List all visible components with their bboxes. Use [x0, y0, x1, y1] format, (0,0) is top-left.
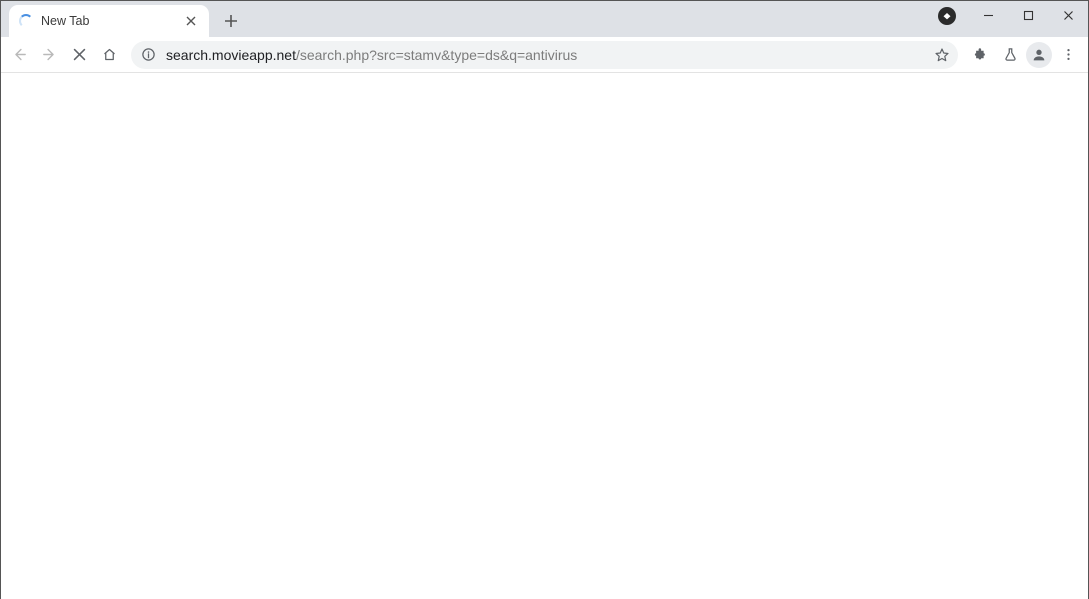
shield-down-icon: [942, 11, 952, 21]
info-icon: [141, 47, 156, 62]
url-path: /search.php?src=stamv&type=ds&q=antiviru…: [296, 47, 577, 63]
menu-button[interactable]: [1054, 41, 1082, 69]
minimize-icon: [983, 10, 994, 21]
close-icon: [71, 46, 88, 63]
page-viewport: [1, 73, 1088, 599]
url-text[interactable]: search.movieapp.net/search.php?src=stamv…: [166, 47, 926, 63]
close-icon: [186, 16, 196, 26]
tab-strip: New Tab: [1, 1, 1088, 37]
extensions-button[interactable]: [966, 41, 994, 69]
flask-icon: [1003, 47, 1018, 62]
forward-button[interactable]: [35, 41, 63, 69]
arrow-left-icon: [11, 46, 28, 63]
window-controls: [968, 1, 1088, 29]
toolbar: search.movieapp.net/search.php?src=stamv…: [1, 37, 1088, 73]
minimize-button[interactable]: [968, 1, 1008, 29]
tab-title: New Tab: [41, 14, 183, 28]
back-button[interactable]: [5, 41, 33, 69]
labs-button[interactable]: [996, 41, 1024, 69]
close-tab-button[interactable]: [183, 13, 199, 29]
maximize-icon: [1023, 10, 1034, 21]
extension-badge[interactable]: [938, 7, 956, 25]
home-button[interactable]: [95, 41, 123, 69]
person-icon: [1031, 47, 1047, 63]
site-info-button[interactable]: [141, 47, 156, 62]
loading-spinner-icon: [19, 14, 33, 28]
new-tab-button[interactable]: [217, 7, 245, 35]
home-icon: [102, 47, 117, 62]
kebab-icon: [1061, 47, 1076, 62]
browser-tab[interactable]: New Tab: [9, 5, 209, 37]
window-close-button[interactable]: [1048, 1, 1088, 29]
address-bar[interactable]: search.movieapp.net/search.php?src=stamv…: [131, 41, 958, 69]
bookmark-button[interactable]: [934, 47, 950, 63]
puzzle-icon: [973, 47, 988, 62]
maximize-button[interactable]: [1008, 1, 1048, 29]
close-icon: [1063, 10, 1074, 21]
arrow-right-icon: [41, 46, 58, 63]
plus-icon: [224, 14, 238, 28]
star-icon: [934, 47, 950, 63]
stop-button[interactable]: [65, 41, 93, 69]
profile-button[interactable]: [1026, 42, 1052, 68]
url-host: search.movieapp.net: [166, 47, 296, 63]
